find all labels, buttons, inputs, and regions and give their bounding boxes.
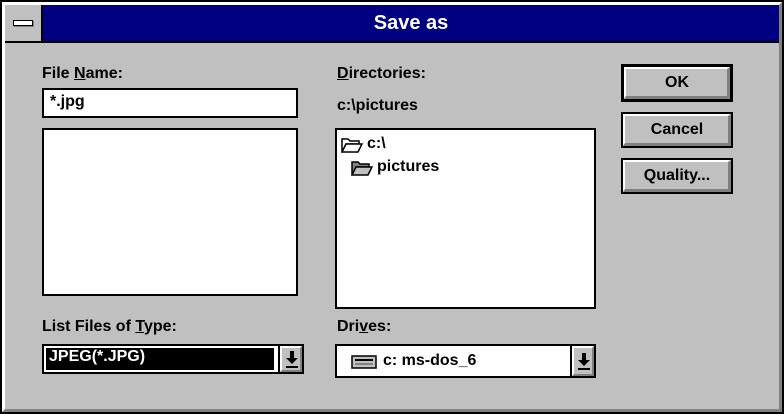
file-name-label: File Name: [42, 65, 123, 82]
system-menu-icon [13, 20, 33, 26]
drives-label: Drives: [337, 318, 392, 335]
open-folder-icon [341, 138, 363, 153]
directory-list[interactable]: c:\ pictures [335, 128, 596, 309]
file-name-value: *.jpg [50, 93, 85, 110]
quality-button[interactable]: Quality... [621, 158, 733, 194]
ok-button-label: OK [665, 74, 689, 91]
directory-item-root[interactable]: c:\ [341, 135, 541, 157]
directories-label: Directories: [337, 65, 426, 82]
system-menu-button[interactable] [5, 5, 43, 41]
file-name-input[interactable]: *.jpg [42, 88, 298, 118]
ok-button[interactable]: OK [621, 64, 733, 102]
quality-button-label: Quality... [643, 167, 711, 184]
drives-value: c: ms-dos_6 [383, 352, 477, 369]
directory-item-label: pictures [377, 158, 440, 175]
cancel-button-label: Cancel [650, 121, 704, 138]
directory-item-pictures[interactable]: pictures [351, 158, 551, 180]
down-arrow-icon [286, 351, 298, 368]
open-folder-icon [351, 161, 373, 176]
cancel-button[interactable]: Cancel [621, 112, 733, 148]
file-list[interactable] [42, 128, 298, 296]
directory-item-label: c:\ [367, 135, 386, 152]
drives-select[interactable]: c: ms-dos_6 [335, 344, 596, 378]
drives-dropdown-button[interactable] [570, 346, 594, 376]
file-type-selection: JPEG(*.JPG) [46, 348, 274, 370]
save-as-dialog: Save as File Name: *.jpg Directories: c:… [0, 0, 784, 414]
file-type-value: JPEG(*.JPG) [49, 348, 146, 365]
window-title: Save as [373, 12, 449, 34]
hard-drive-icon [351, 355, 377, 369]
title-bar[interactable]: Save as [5, 5, 779, 43]
file-type-select[interactable]: JPEG(*.JPG) [42, 344, 304, 374]
current-path: c:\pictures [337, 97, 418, 114]
file-type-label: List Files of Type: [42, 318, 177, 335]
down-arrow-icon [578, 353, 590, 370]
file-type-dropdown-button[interactable] [278, 346, 302, 372]
